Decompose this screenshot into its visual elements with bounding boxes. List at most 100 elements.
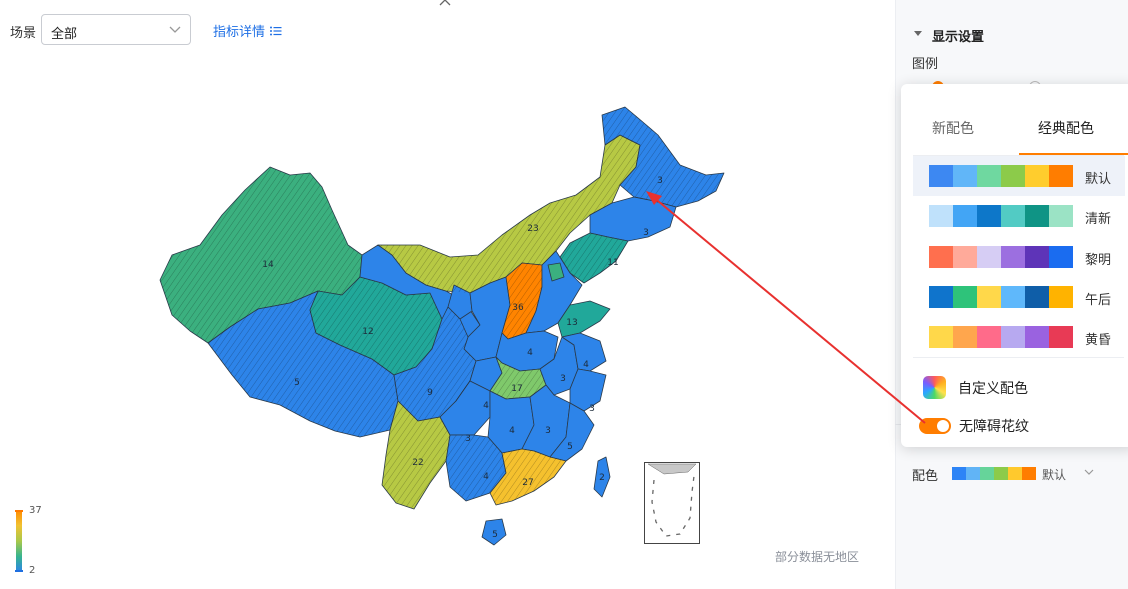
region-value: 11 bbox=[607, 258, 618, 268]
region-value: 12 bbox=[362, 327, 373, 337]
swatch-color bbox=[966, 467, 980, 480]
palette-icon bbox=[923, 376, 946, 399]
chevron-down-icon[interactable] bbox=[1083, 467, 1095, 477]
popup-divider bbox=[913, 357, 1124, 358]
accessible-pattern-label: 无障碍花纹 bbox=[959, 419, 1029, 435]
scheme-name: 清新 bbox=[1085, 212, 1112, 227]
display-settings-title: 显示设置 bbox=[932, 30, 985, 45]
region-value: 3 bbox=[643, 228, 649, 238]
swatch-color bbox=[1001, 326, 1025, 348]
swatch-color bbox=[929, 246, 953, 268]
region-value: 3 bbox=[589, 404, 595, 414]
scene-value: 全部 bbox=[51, 27, 78, 42]
scheme-name: 默认 bbox=[1085, 172, 1112, 187]
scheme-swatch bbox=[929, 286, 1073, 308]
swatch-color bbox=[929, 286, 953, 308]
region-value: 4 bbox=[509, 426, 515, 436]
legend-setting-label: 图例 bbox=[912, 57, 939, 72]
swatch-color bbox=[1049, 205, 1073, 227]
scheme-name: 黎明 bbox=[1085, 253, 1112, 268]
south-china-sea-inset bbox=[644, 462, 700, 544]
scheme-option-afternoon[interactable]: 午后 bbox=[913, 277, 1125, 317]
swatch-color bbox=[1025, 326, 1049, 348]
custom-color-label: 自定义配色 bbox=[958, 380, 1028, 397]
swatch-color bbox=[977, 165, 1001, 187]
swatch-color bbox=[1049, 165, 1073, 187]
indicator-detail-label: 指标详情 bbox=[213, 25, 266, 40]
swatch-color bbox=[994, 467, 1008, 480]
region-value: 9 bbox=[427, 388, 433, 398]
scheme-name: 午后 bbox=[1085, 293, 1112, 308]
region-value: 13 bbox=[566, 318, 577, 328]
region-value: 27 bbox=[522, 478, 533, 488]
scheme-option-default[interactable]: 默认 bbox=[913, 156, 1125, 196]
swatch-color bbox=[1001, 205, 1025, 227]
swatch-color bbox=[1022, 467, 1036, 480]
scheme-option-dawn[interactable]: 黎明 bbox=[913, 237, 1125, 277]
swatch-color bbox=[1049, 286, 1073, 308]
region-value: 4 bbox=[483, 401, 489, 411]
region-value: 4 bbox=[527, 348, 533, 358]
collapse-caret-icon[interactable] bbox=[914, 31, 922, 36]
swatch-color bbox=[953, 246, 977, 268]
color-scheme-tabs: 新配色 经典配色 bbox=[901, 84, 1128, 156]
region-value: 4 bbox=[483, 472, 489, 482]
swatch-color bbox=[953, 286, 977, 308]
region-value: 5 bbox=[294, 378, 300, 388]
swatch-color bbox=[953, 165, 977, 187]
color-scheme-popup: 新配色 经典配色 默认 清新 黎明 午后 黄昏 自定义配色 无障碍花纹 bbox=[901, 84, 1128, 447]
swatch-color bbox=[977, 286, 1001, 308]
swatch-color bbox=[1001, 246, 1025, 268]
region-value: 23 bbox=[527, 224, 538, 234]
region-value: 3 bbox=[657, 176, 663, 186]
list-icon bbox=[270, 26, 282, 35]
scene-label: 场景 bbox=[10, 26, 37, 41]
scheme-option-fresh[interactable]: 清新 bbox=[913, 196, 1125, 236]
region-value: 22 bbox=[412, 458, 423, 468]
tab-classic-colors[interactable]: 经典配色 bbox=[1038, 118, 1094, 138]
region-value: 2 bbox=[599, 473, 605, 483]
color-scheme-label: 配色 bbox=[912, 469, 939, 484]
region-zhejiang[interactable] bbox=[569, 368, 607, 412]
tab-new-colors[interactable]: 新配色 bbox=[932, 118, 974, 138]
swatch-color bbox=[1001, 165, 1025, 187]
region-value: 4 bbox=[583, 360, 589, 370]
swatch-color bbox=[977, 246, 1001, 268]
region-value: 3 bbox=[545, 426, 551, 436]
swatch-color bbox=[1008, 467, 1022, 480]
close-icon[interactable] bbox=[438, 0, 452, 7]
swatch-color bbox=[1049, 246, 1073, 268]
scheme-swatch bbox=[929, 326, 1073, 348]
swatch-color bbox=[929, 205, 953, 227]
swatch-color bbox=[1025, 286, 1049, 308]
accessible-pattern-toggle[interactable] bbox=[919, 418, 951, 434]
scene-select[interactable]: 全部 bbox=[41, 14, 191, 45]
region-value: 5 bbox=[567, 442, 573, 452]
swatch-color bbox=[977, 205, 1001, 227]
swatch-color bbox=[953, 205, 977, 227]
current-color-name[interactable]: 默认 bbox=[1042, 466, 1066, 483]
scheme-swatch bbox=[929, 165, 1073, 187]
region-value: 5 bbox=[492, 530, 498, 540]
region-value: 14 bbox=[262, 260, 274, 270]
scheme-option-dusk[interactable]: 黄昏 bbox=[913, 317, 1125, 357]
accessible-pattern-row: 无障碍花纹 bbox=[919, 416, 1029, 436]
scheme-swatch bbox=[929, 246, 1073, 268]
current-color-swatch[interactable] bbox=[952, 467, 1036, 480]
indicator-detail-link[interactable]: 指标详情 bbox=[213, 21, 282, 40]
swatch-color bbox=[929, 326, 953, 348]
region-value: 3 bbox=[560, 374, 566, 384]
swatch-color bbox=[1025, 205, 1049, 227]
region-value: 36 bbox=[512, 303, 524, 313]
swatch-color bbox=[1001, 286, 1025, 308]
legend-max-value: 37 bbox=[29, 505, 42, 516]
swatch-color bbox=[980, 467, 994, 480]
legend-min-value: 2 bbox=[29, 565, 36, 576]
swatch-color bbox=[953, 326, 977, 348]
swatch-color bbox=[952, 467, 966, 480]
swatch-color bbox=[1025, 246, 1049, 268]
custom-color-button[interactable]: 自定义配色 bbox=[923, 376, 1028, 399]
swatch-color bbox=[977, 326, 1001, 348]
no-region-data-note: 部分数据无地区 bbox=[775, 550, 860, 564]
color-scale-bar[interactable] bbox=[15, 510, 23, 572]
